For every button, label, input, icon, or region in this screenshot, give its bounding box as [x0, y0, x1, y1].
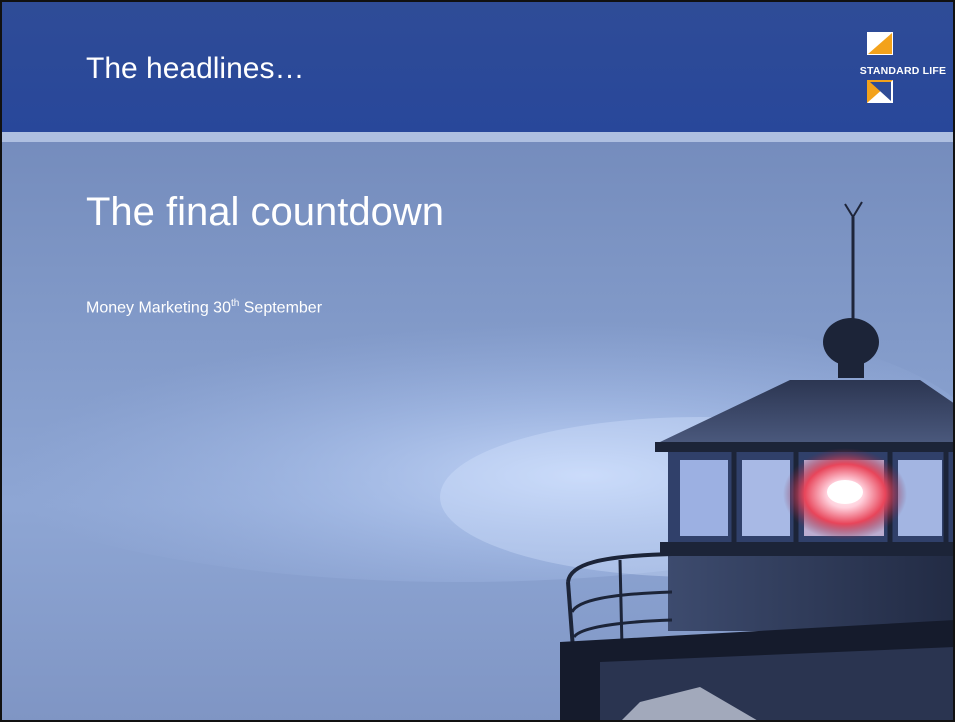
slide-title: The final countdown [86, 190, 445, 234]
header-bar: The headlines… STANDARD LIFE [0, 0, 955, 132]
logo-text: STANDARD LIFE [859, 65, 947, 77]
standard-life-logo: STANDARD LIFE [858, 30, 948, 108]
slide: The headlines… STANDARD LIFE The final c… [0, 0, 955, 722]
slide-subtitle: Money Marketing 30th September [86, 298, 322, 317]
header-title: The headlines… [86, 52, 305, 85]
subtitle-text: Money Marketing 30 [86, 299, 231, 317]
header-divider [0, 132, 955, 142]
subtitle-month: September [239, 299, 323, 317]
